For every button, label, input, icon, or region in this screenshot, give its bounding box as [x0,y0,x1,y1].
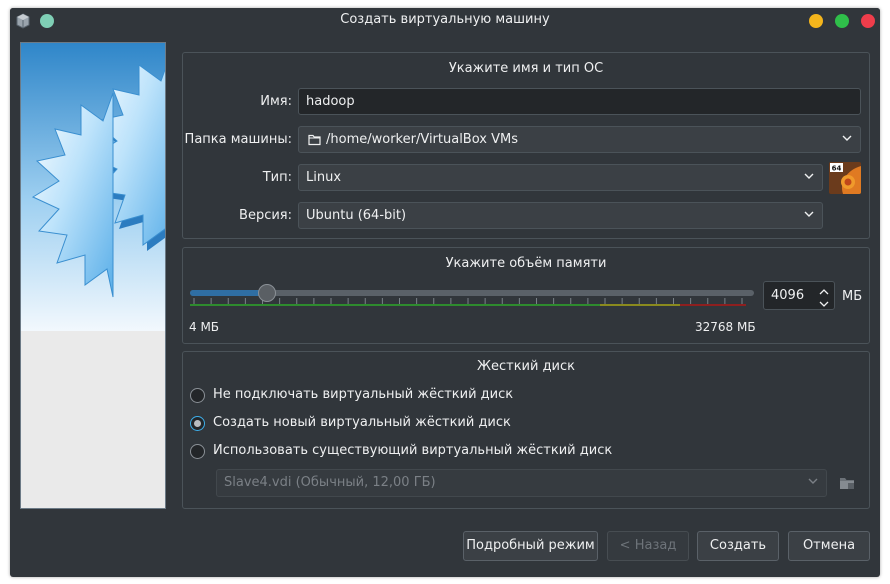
name-label: Имя: [260,94,292,109]
memory-heading: Укажите объём памяти [445,256,607,271]
choose-disk-folder-icon[interactable] [839,475,856,495]
no-disk-radio[interactable] [190,388,205,403]
spin-down-icon[interactable] [819,297,829,312]
radio-selected-dot [194,420,201,427]
name-input[interactable]: hadoop [298,88,861,115]
existing-disk-value: Slave4.vdi (Обычный, 12,00 ГБ) [224,475,436,490]
create-disk-radio[interactable] [190,416,205,431]
chevron-down-icon [807,475,819,491]
back-button[interactable]: < Назад [607,531,689,561]
cancel-button[interactable]: Отмена [788,531,870,561]
create-disk-label[interactable]: Создать новый виртуальный жёсткий диск [213,415,511,430]
type-label: Тип: [262,170,292,185]
create-button[interactable]: Создать [697,531,779,561]
os-version-select[interactable]: Ubuntu (64-bit) [298,202,823,229]
title-bar: Создать виртуальную машину [10,8,880,35]
ubuntu-64-os-icon: 64 [829,162,861,194]
name-input-value: hadoop [306,94,355,109]
machine-folder-value: /home/worker/VirtualBox VMs [326,132,518,147]
chevron-down-icon [841,132,853,148]
memory-min-label: 4 МБ [189,320,220,334]
os-badge-text: 64 [832,165,842,173]
name-os-heading: Укажите имя и тип ОС [448,61,604,76]
wizard-side-image [20,42,166,509]
slider-ticks [190,298,746,306]
minimize-button[interactable] [809,14,823,28]
folder-icon [308,133,321,150]
hard-disk-heading: Жесткий диск [476,359,576,374]
memory-slider[interactable] [190,284,754,312]
machine-folder-select[interactable]: /home/worker/VirtualBox VMs [298,126,861,153]
machine-folder-label: Папка машины: [184,132,292,147]
memory-spinbox-value: 4096 [771,288,805,303]
existing-disk-label[interactable]: Использовать существующий виртуальный жё… [213,443,612,458]
version-label: Версия: [239,208,292,223]
os-version-value: Ubuntu (64-bit) [306,208,407,223]
memory-spinbox[interactable]: 4096 [763,281,835,310]
memory-unit-label: МБ [842,289,863,304]
os-type-select[interactable]: Linux [298,164,823,191]
maximize-button[interactable] [835,14,849,28]
chevron-down-icon [803,170,815,186]
slider-fill [190,290,268,296]
os-type-value: Linux [306,170,342,185]
no-disk-label[interactable]: Не подключать виртуальный жёсткий диск [213,387,513,402]
dialog-window: Создать виртуальную машину Укажите имя и… [10,8,880,577]
window-title: Создать виртуальную машину [340,12,550,27]
existing-disk-radio[interactable] [190,444,205,459]
expert-mode-button[interactable]: Подробный режим [463,531,598,561]
close-button[interactable] [861,14,875,28]
memory-max-label: 32768 МБ [695,320,756,334]
existing-disk-select[interactable]: Slave4.vdi (Обычный, 12,00 ГБ) [216,469,827,497]
chevron-down-icon [803,208,815,224]
